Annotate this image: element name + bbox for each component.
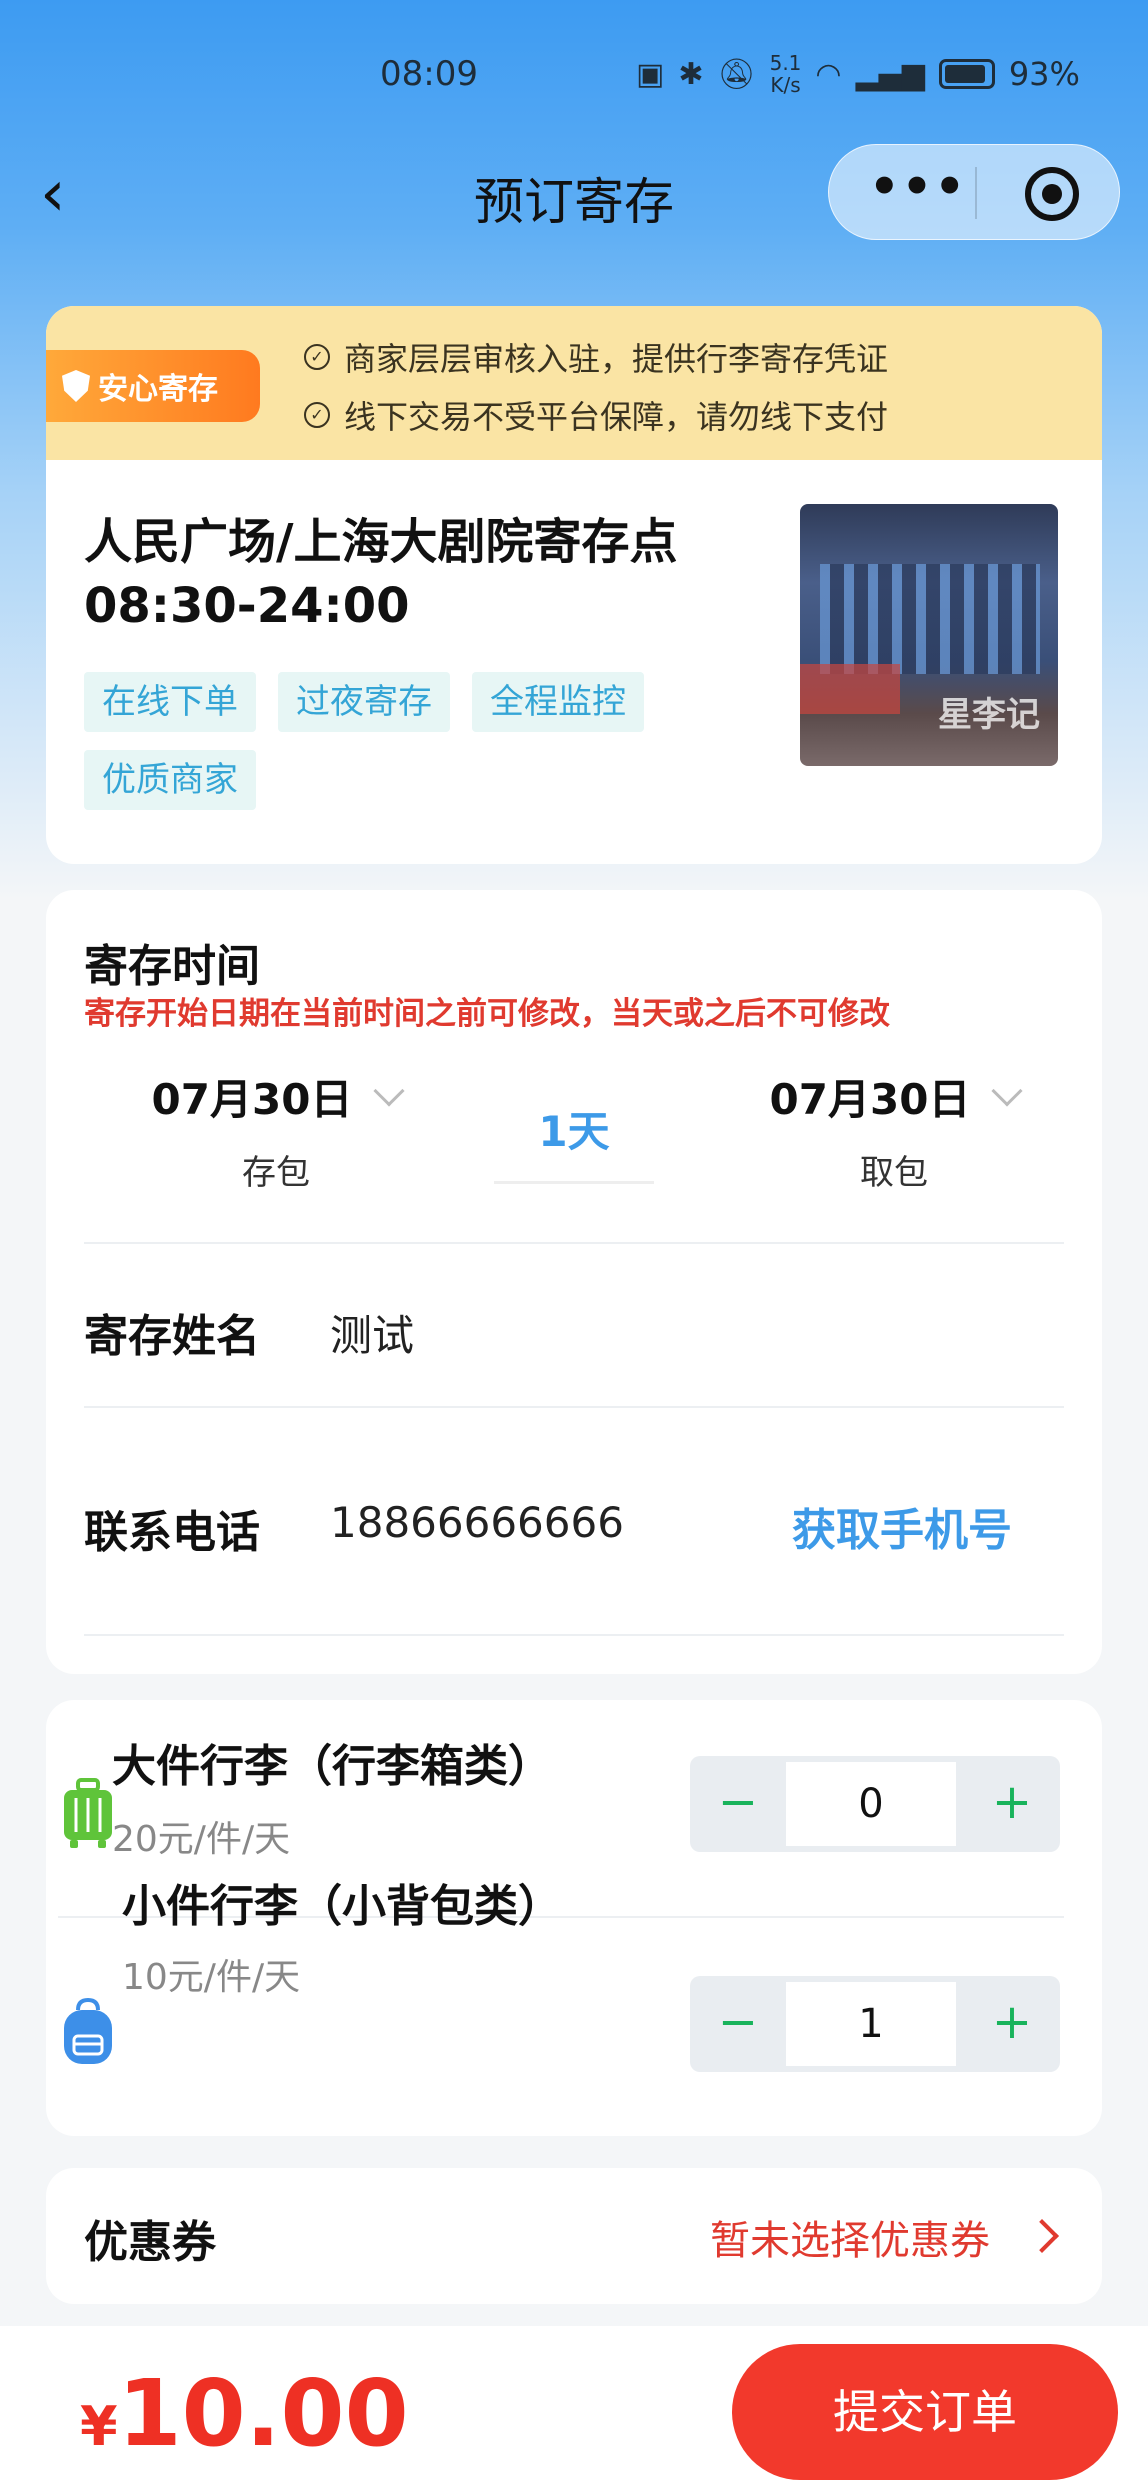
- luggage-card: 大件行李（行李箱类） 20元/件/天 − 0 + 小件行李（小背包类） 10元/…: [46, 1700, 1102, 2136]
- store-tag: 全程监控: [472, 672, 644, 732]
- notice-text: 商家层层审核入驻，提供行李寄存凭证: [344, 340, 889, 378]
- chevron-down-icon: [991, 1075, 1024, 1107]
- plus-button[interactable]: +: [964, 1976, 1060, 2072]
- photo-sign: [800, 664, 900, 714]
- store-tag: 过夜寄存: [278, 672, 450, 732]
- close-target-icon[interactable]: [1025, 167, 1079, 221]
- store-hours: 08:30-24:00: [84, 578, 410, 634]
- chevron-right-icon: [1025, 2219, 1059, 2253]
- storage-time-title: 寄存时间: [84, 941, 260, 992]
- storage-days: 1天: [494, 1098, 654, 1184]
- booking-form-card: 寄存时间 寄存开始日期在当前时间之前可修改，当天或之后不可修改 07月30日 存…: [46, 890, 1102, 1674]
- store-card: 安心寄存 ✓ 商家层层审核入驻，提供行李寄存凭证 ✓ 线下交易不受平台保障，请勿…: [46, 306, 1102, 864]
- status-icons: ▣ ✱ 🔕︎ 5.1 K/s ◠ ▂▄▆ 93%: [636, 52, 1080, 96]
- phone-label: 联系电话: [84, 1507, 260, 1558]
- minus-button[interactable]: −: [690, 1756, 786, 1852]
- coupon-value: 暂未选择优惠券: [710, 2218, 990, 2264]
- coupon-row[interactable]: 优惠券 暂未选择优惠券: [46, 2168, 1102, 2304]
- battery-percent: 93%: [1008, 55, 1080, 93]
- notice-banner: 安心寄存 ✓ 商家层层审核入驻，提供行李寄存凭证 ✓ 线下交易不受平台保障，请勿…: [46, 306, 1102, 460]
- mini-program-capsule: •••: [828, 144, 1120, 240]
- backpack-icon: [64, 1997, 112, 2064]
- pick-date: 07月30日: [769, 1075, 971, 1124]
- currency-symbol: ¥: [80, 2395, 118, 2458]
- notice-line: ✓ 线下交易不受平台保障，请勿线下支付: [304, 392, 888, 438]
- plus-button[interactable]: +: [964, 1756, 1060, 1852]
- drop-date-picker[interactable]: 07月30日 存包: [136, 1066, 416, 1194]
- coupon-label: 优惠券: [84, 2217, 216, 2268]
- chevron-down-icon: [373, 1075, 406, 1107]
- check-circle-icon: ✓: [304, 402, 330, 428]
- quantity-stepper: − 0 +: [690, 1756, 1060, 1852]
- divider: [84, 1406, 1064, 1408]
- total-price: ¥10.00: [80, 2360, 409, 2467]
- pick-date-picker[interactable]: 07月30日 取包: [754, 1066, 1034, 1194]
- store-photo[interactable]: 星李记: [800, 504, 1058, 766]
- signal-icon: ▂▄▆: [855, 56, 925, 92]
- drop-label: 存包: [242, 1153, 310, 1193]
- net-speed: 5.1 K/s: [769, 51, 802, 97]
- shield-icon: [62, 370, 90, 402]
- store-name: 人民广场/上海大剧院寄存点: [84, 514, 678, 570]
- luggage-price: 20元/件/天: [112, 1819, 291, 1860]
- luggage-name: 小件行李（小背包类）: [122, 1881, 562, 1932]
- trust-badge: 安心寄存: [46, 350, 260, 422]
- battery-icon: [938, 59, 995, 89]
- quantity-value[interactable]: 0: [786, 1762, 956, 1846]
- quantity-stepper: − 1 +: [690, 1976, 1060, 2072]
- divider: [84, 1242, 1064, 1244]
- status-bar: 08:09 ▣ ✱ 🔕︎ 5.1 K/s ◠ ▂▄▆ 93%: [0, 40, 1148, 120]
- bluetooth-icon: ✱: [678, 56, 704, 92]
- wifi-icon: ◠: [815, 56, 842, 92]
- store-tag: 优质商家: [84, 750, 256, 810]
- badge-label: 安心寄存: [98, 372, 218, 407]
- submit-order-button[interactable]: 提交订单: [732, 2344, 1118, 2480]
- capsule-divider: [975, 167, 977, 219]
- mute-icon: 🔕︎: [717, 56, 756, 92]
- get-phone-button[interactable]: 获取手机号: [792, 1494, 1012, 1558]
- minus-button[interactable]: −: [690, 1976, 786, 2072]
- total-amount: 10.00: [117, 2360, 409, 2467]
- name-field[interactable]: 测试: [330, 1302, 414, 1363]
- status-time: 08:09: [380, 54, 478, 94]
- pick-label: 取包: [860, 1153, 928, 1193]
- phone-field[interactable]: 18866666666: [330, 1498, 624, 1547]
- date-warning: 寄存开始日期在当前时间之前可修改，当天或之后不可修改: [84, 996, 890, 1032]
- photo-watermark: 星李记: [938, 695, 1040, 735]
- check-circle-icon: ✓: [304, 344, 330, 370]
- divider: [84, 1634, 1064, 1636]
- notice-line: ✓ 商家层层审核入驻，提供行李寄存凭证: [304, 334, 888, 380]
- luggage-name: 大件行李（行李箱类）: [112, 1741, 552, 1792]
- more-icon[interactable]: •••: [869, 159, 967, 215]
- drop-date: 07月30日: [151, 1075, 353, 1124]
- quantity-value[interactable]: 1: [786, 1982, 956, 2066]
- nav-bar: ‹ 预订寄存 •••: [0, 140, 1148, 250]
- nfc-icon: ▣: [636, 56, 665, 92]
- name-label: 寄存姓名: [84, 1311, 260, 1362]
- luggage-price: 10元/件/天: [122, 1957, 301, 1998]
- checkout-bar: ¥10.00 提交订单: [0, 2326, 1148, 2492]
- suitcase-icon: [64, 1778, 112, 1848]
- store-tags: 在线下单 过夜寄存 全程监控 优质商家: [84, 672, 704, 810]
- store-tag: 在线下单: [84, 672, 256, 732]
- photo-building: [820, 564, 1040, 674]
- notice-text: 线下交易不受平台保障，请勿线下支付: [344, 398, 889, 436]
